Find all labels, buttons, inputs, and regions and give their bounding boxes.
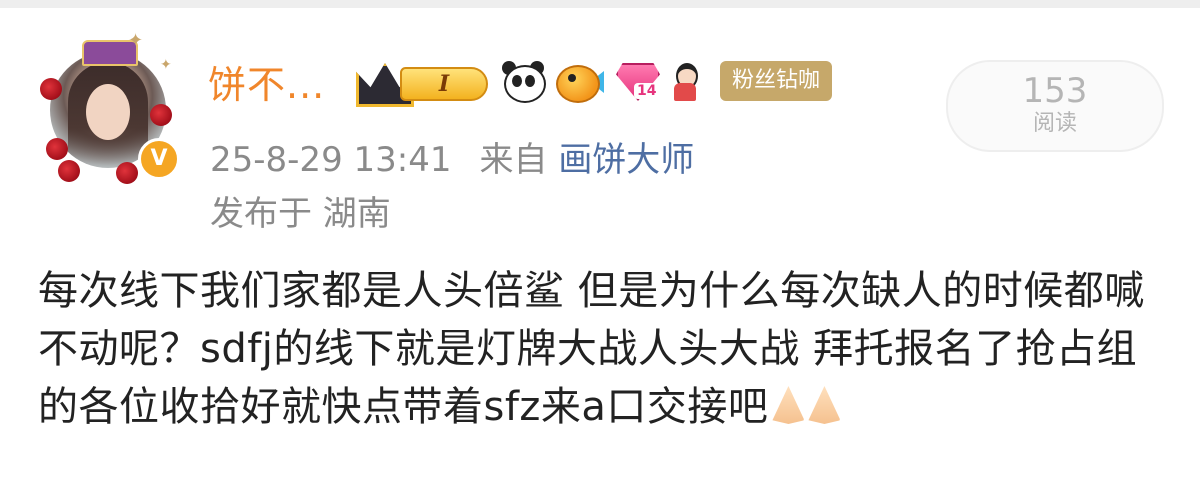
post-date: 25-8-29 13:41 <box>210 140 452 180</box>
gem-icon[interactable]: 14 <box>614 59 660 103</box>
rose-icon <box>40 78 62 100</box>
post-meta: 25-8-29 13:41 来自 画饼大师 <box>210 132 694 181</box>
vip-badge[interactable]: I <box>356 59 490 107</box>
top-divider <box>0 0 1200 8</box>
avatar-face <box>86 84 130 140</box>
fish-icon[interactable] <box>554 61 604 103</box>
gem-level: 14 <box>634 83 660 99</box>
rose-icon <box>150 104 172 126</box>
praying-hands-icon <box>772 386 805 424</box>
post-body: 每次线下我们家都是人头倍鲨 但是为什么每次缺人的时候都喊不动呢？sdfj的线下就… <box>38 262 1168 436</box>
read-count-pill: 153 阅读 <box>946 60 1164 152</box>
sparkle-icon: ✦ <box>160 57 172 73</box>
rose-icon <box>46 138 68 160</box>
rose-icon <box>58 160 80 182</box>
source-prefix: 来自 <box>479 140 548 180</box>
username[interactable]: 饼不... <box>208 54 325 109</box>
post-location: 发布于 湖南 <box>210 194 391 234</box>
doll-icon[interactable] <box>670 59 700 103</box>
read-label: 阅读 <box>1032 111 1077 136</box>
read-count: 153 <box>1022 71 1088 111</box>
post-text: 每次线下我们家都是人头倍鲨 但是为什么每次缺人的时候都喊不动呢？sdfj的线下就… <box>38 268 1145 430</box>
sparkle-icon: ✦ <box>128 30 144 51</box>
verified-icon: V <box>138 138 180 180</box>
fan-badge[interactable]: 粉丝钻咖 <box>720 61 833 101</box>
avatar[interactable]: ✦ ✦ V <box>38 32 180 184</box>
badge-row: I 14 粉丝钻咖 <box>356 58 833 107</box>
vip-level: I <box>400 67 488 101</box>
source-link[interactable]: 画饼大师 <box>558 140 694 180</box>
rose-icon <box>116 162 138 184</box>
panda-icon[interactable] <box>500 61 546 103</box>
praying-hands-icon <box>808 386 841 424</box>
